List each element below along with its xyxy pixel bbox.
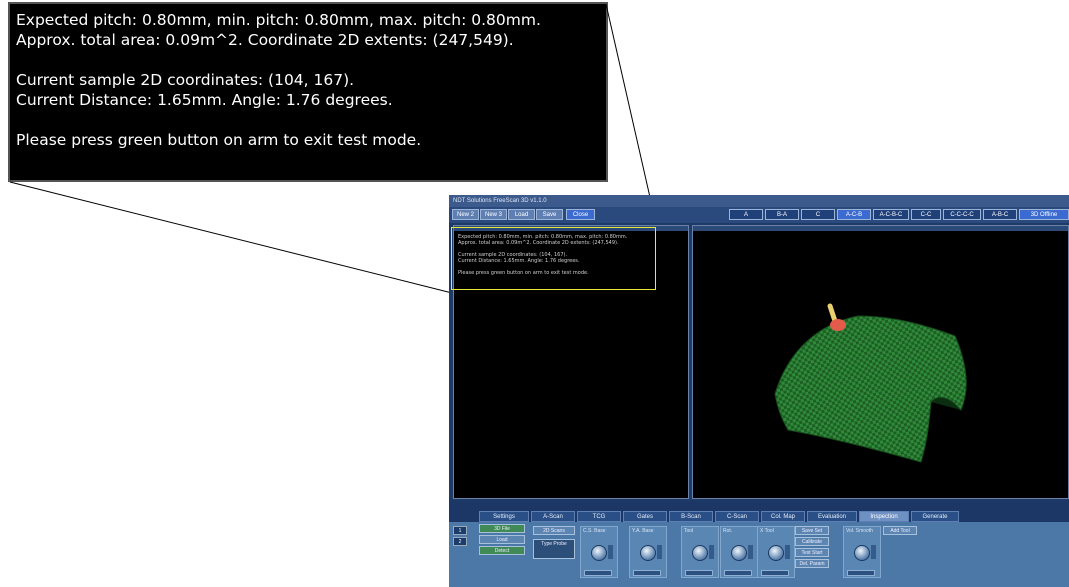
detect-button[interactable]: Detect — [479, 546, 525, 555]
cs-base-group: C.S. Base — [580, 526, 618, 578]
vol-smooth-group: Vol. Smooth — [843, 526, 881, 578]
3d-view-panel[interactable] — [692, 225, 1069, 499]
window-title: NDT Solutions FreeScan 3D v1.1.0 — [449, 195, 1069, 207]
type-probe-field[interactable]: Type Probe — [533, 539, 575, 559]
probe-tip — [830, 319, 846, 331]
view-3d-offline-button[interactable]: 3D Offline — [1019, 209, 1069, 220]
info-panel: Expected pitch: 0.80mm, min. pitch: 0.80… — [451, 225, 689, 499]
view-a-c-b-c-button[interactable]: A-C-B-C — [873, 209, 909, 220]
x-tool-label: X Tool — [760, 528, 774, 534]
curved-checkered-surface — [774, 315, 967, 463]
tab-settings[interactable]: Settings — [479, 511, 529, 522]
view-a-button[interactable]: A — [729, 209, 763, 220]
3d-surface-view[interactable] — [693, 226, 1068, 498]
view-a-c-b-button[interactable]: A-C-B — [837, 209, 871, 220]
x-tool-spinner[interactable] — [785, 545, 790, 559]
tab-b-scan[interactable]: B-Scan — [669, 511, 713, 522]
x-tool-group: X Tool — [757, 526, 795, 578]
tool-spinner[interactable] — [709, 545, 714, 559]
tool-field[interactable] — [685, 570, 713, 576]
3d-file-button[interactable]: 3D File — [479, 524, 525, 533]
app-window: NDT Solutions FreeScan 3D v1.1.0 New 2 N… — [449, 195, 1069, 587]
save-button[interactable]: Save — [536, 209, 563, 220]
rot-knob-icon[interactable] — [731, 545, 747, 561]
new-2-button[interactable]: New 2 — [452, 209, 479, 220]
rot-field[interactable] — [724, 570, 752, 576]
add-tool-button[interactable]: Add Tool — [883, 526, 917, 535]
bottom-panel: Settings A-Scan TCG Gates B-Scan C-Scan … — [449, 501, 1069, 587]
save-set-button[interactable]: Save Set — [795, 526, 829, 535]
tab-generate[interactable]: Generate — [911, 511, 959, 522]
x-tool-field[interactable] — [761, 570, 789, 576]
2d-scans-button[interactable]: 2D Scans — [533, 526, 575, 535]
cs-base-field[interactable] — [584, 570, 612, 576]
tab-col-map[interactable]: Col. Map — [761, 511, 805, 522]
view-b-a-button[interactable]: B-A — [765, 209, 799, 220]
tool-label: Tool — [684, 528, 694, 534]
vol-smooth-label: Vol. Smooth — [846, 528, 873, 534]
cs-base-label: C.S. Base — [583, 528, 606, 534]
tab-c-scan[interactable]: C-Scan — [715, 511, 759, 522]
new-3-button[interactable]: New 3 — [480, 209, 507, 220]
tab-gates[interactable]: Gates — [623, 511, 667, 522]
rot-label: Rot. — [723, 528, 733, 534]
ya-base-field[interactable] — [633, 570, 661, 576]
view-c-c-c-c-button[interactable]: C-C-C-C — [943, 209, 981, 220]
ya-base-group: Y.A. Base — [629, 526, 667, 578]
rot-spinner[interactable] — [748, 545, 753, 559]
tab-evaluation[interactable]: Evaluation — [807, 511, 857, 522]
rot-group: Rot. — [720, 526, 758, 578]
view-c-c-button[interactable]: C-C — [911, 209, 941, 220]
calibrate-button[interactable]: Calibrate — [795, 537, 829, 546]
cs-base-spinner[interactable] — [608, 545, 613, 559]
cs-base-knob-icon[interactable] — [591, 545, 607, 561]
tool-knob-icon[interactable] — [692, 545, 708, 561]
load-button[interactable]: Load — [508, 209, 535, 220]
view-c-button[interactable]: C — [801, 209, 835, 220]
tab-inspection[interactable]: Inspection — [859, 511, 909, 522]
ya-base-label: Y.A. Base — [632, 528, 654, 534]
tab-tcg[interactable]: TCG — [577, 511, 621, 522]
toolbar: New 2 New 3 Load Save Close A B-A C A-C-… — [449, 207, 1069, 223]
close-button[interactable]: Close — [566, 209, 595, 220]
channel-1-button[interactable]: 1 — [453, 526, 467, 535]
x-tool-knob-icon[interactable] — [768, 545, 784, 561]
tool-group: Tool — [681, 526, 719, 578]
del-param-button[interactable]: Del. Param — [795, 559, 829, 568]
ya-base-knob-icon[interactable] — [640, 545, 656, 561]
view-a-b-c-button[interactable]: A-B-C — [983, 209, 1017, 220]
vol-smooth-spinner[interactable] — [871, 545, 876, 559]
test-start-button[interactable]: Test Start — [795, 548, 829, 557]
vol-smooth-field[interactable] — [847, 570, 875, 576]
ya-base-spinner[interactable] — [657, 545, 662, 559]
channel-2-button[interactable]: 2 — [453, 537, 467, 546]
load-3d-button[interactable]: Load — [479, 535, 525, 544]
inspection-controls: 1 2 3D File Load Detect 2D Scans Type Pr… — [449, 522, 1069, 587]
tab-a-scan[interactable]: A-Scan — [531, 511, 575, 522]
highlight-box — [451, 227, 656, 290]
vol-smooth-knob-icon[interactable] — [854, 545, 870, 561]
